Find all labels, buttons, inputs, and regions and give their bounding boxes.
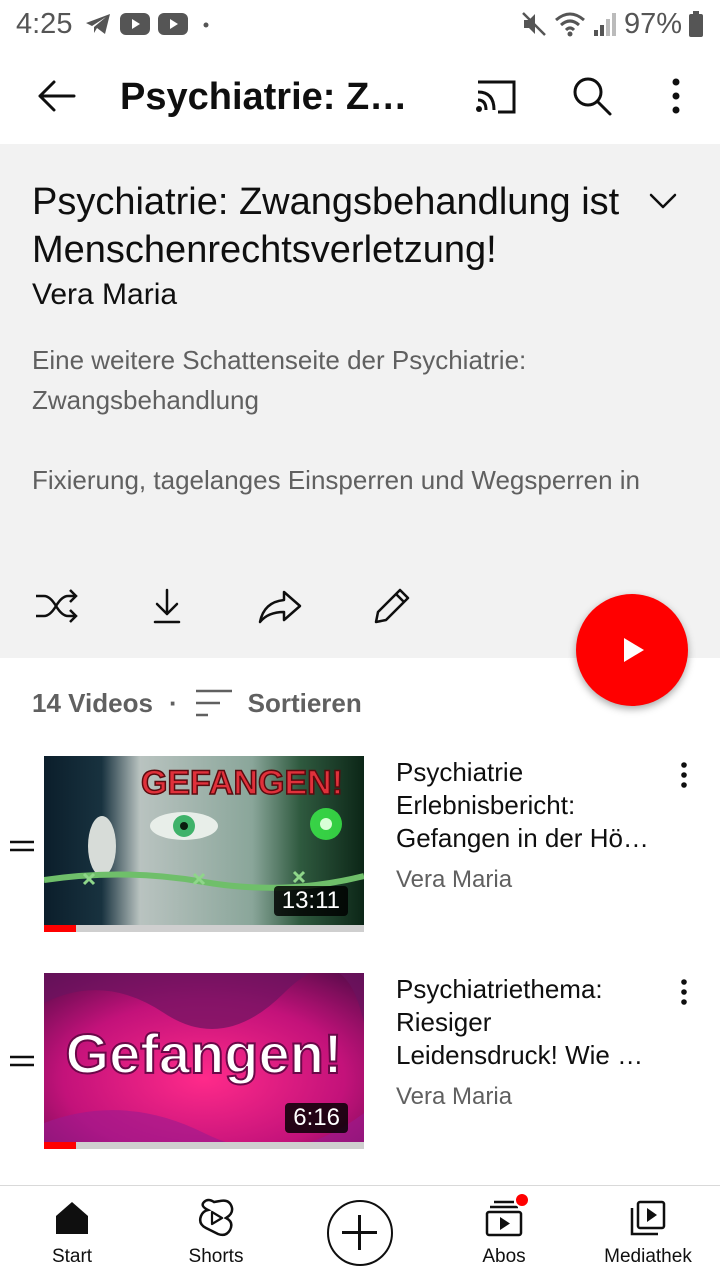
nav-label: Start bbox=[51, 1246, 93, 1267]
drag-handle-icon[interactable] bbox=[8, 1051, 36, 1071]
video-duration: 6:16 bbox=[285, 1103, 348, 1133]
video-duration: 13:11 bbox=[273, 886, 348, 916]
app-bar: Psychiatrie: Zwangsbehandlung ist Mensch… bbox=[0, 48, 720, 144]
watch-progress-fill bbox=[44, 925, 76, 932]
nav-label: Shorts bbox=[188, 1246, 244, 1267]
description-line: Fixierung, tagelanges Einsperren und Weg… bbox=[32, 465, 640, 495]
thumbnail-text: Gefangen! bbox=[66, 1022, 343, 1085]
mute-icon bbox=[522, 12, 546, 36]
create-button[interactable] bbox=[327, 1200, 393, 1266]
list-item[interactable]: Gefangen! 6:16 Psychiatriethema: Riesige… bbox=[0, 973, 720, 1173]
search-icon[interactable] bbox=[570, 74, 614, 118]
more-vert-icon[interactable] bbox=[672, 760, 696, 790]
playlist-title: Psychiatrie: Zwangsbehandlung ist Mensch… bbox=[32, 181, 620, 271]
nav-item-abos[interactable]: Abos bbox=[432, 1186, 576, 1280]
battery-icon bbox=[689, 11, 703, 37]
video-thumbnail[interactable]: GEFANGEN! 13:11 bbox=[44, 756, 364, 932]
play-all-button[interactable] bbox=[576, 594, 688, 706]
playlist-description[interactable]: Eine weitere Schattenseite der Psychiatr… bbox=[32, 340, 682, 540]
shuffle-icon[interactable] bbox=[32, 582, 80, 630]
list-meta-row: 14 Videos · Sortieren bbox=[32, 680, 362, 726]
thumbnail-text: GEFANGEN! bbox=[141, 764, 343, 802]
nav-item-start[interactable]: Start bbox=[0, 1186, 144, 1280]
chevron-down-icon[interactable] bbox=[646, 184, 680, 218]
telegram-icon bbox=[86, 14, 111, 34]
shorts-icon bbox=[198, 1198, 234, 1237]
list-item[interactable]: GEFANGEN! 13:11 Psychiatrie Erlebnisberi… bbox=[0, 756, 720, 956]
meta-separator: · bbox=[168, 687, 178, 718]
download-icon[interactable] bbox=[143, 582, 191, 630]
description-line: Eine weitere Schattenseite der Psychiatr… bbox=[32, 345, 527, 415]
create-icon bbox=[342, 1215, 377, 1250]
dot-icon bbox=[203, 22, 209, 28]
nav-item-mediathek[interactable]: Mediathek bbox=[576, 1186, 720, 1280]
nav-label: Abos bbox=[482, 1246, 526, 1267]
watch-progress-bar bbox=[44, 1142, 364, 1149]
share-icon[interactable] bbox=[256, 582, 304, 630]
status-time: 4:25 bbox=[16, 7, 73, 40]
video-thumbnail[interactable]: Gefangen! 6:16 bbox=[44, 973, 364, 1149]
home-icon bbox=[56, 1202, 88, 1234]
watch-progress-bar bbox=[44, 925, 364, 932]
video-title[interactable]: Psychiatrie Erlebnisbericht: Gefangen in… bbox=[396, 756, 658, 855]
more-vert-icon[interactable] bbox=[662, 74, 690, 118]
youtube-icon bbox=[158, 13, 189, 35]
wifi-icon bbox=[554, 12, 585, 37]
battery-percent: 97% bbox=[623, 7, 682, 40]
app-bar-title: Psychiatrie: Zwangsbehandlung ist Mensch… bbox=[120, 76, 430, 118]
video-channel: Vera Maria bbox=[396, 866, 513, 893]
notification-badge bbox=[514, 1192, 530, 1208]
youtube-icon bbox=[120, 13, 151, 35]
nav-item-shorts[interactable]: Shorts bbox=[144, 1186, 288, 1280]
video-count: 14 Videos bbox=[32, 687, 153, 718]
status-system-icons: 97% bbox=[520, 8, 704, 41]
playlist-header: Psychiatrie: Zwangsbehandlung ist Mensch… bbox=[0, 144, 720, 658]
subscriptions-icon-wrap bbox=[484, 1192, 530, 1238]
sort-button[interactable]: Sortieren bbox=[248, 688, 362, 719]
edit-icon[interactable] bbox=[368, 582, 416, 630]
status-bar: 4:25 97% bbox=[0, 0, 720, 48]
play-icon bbox=[624, 638, 644, 662]
status-notification-icons bbox=[84, 12, 216, 36]
signal-icon bbox=[593, 13, 616, 36]
library-icon bbox=[630, 1200, 666, 1236]
playlist-owner[interactable]: Vera Maria bbox=[32, 278, 177, 312]
back-arrow-icon[interactable] bbox=[34, 74, 78, 118]
video-channel: Vera Maria bbox=[396, 1083, 513, 1110]
nav-label: Mediathek bbox=[604, 1246, 692, 1267]
cast-icon[interactable] bbox=[472, 76, 520, 116]
watch-progress-fill bbox=[44, 1142, 76, 1149]
bottom-navigation: Start Shorts Abos Mediathek bbox=[0, 1185, 720, 1280]
video-title[interactable]: Psychiatriethema: Riesiger Leidensdruck!… bbox=[396, 973, 658, 1072]
sort-icon[interactable] bbox=[194, 687, 234, 719]
more-vert-icon[interactable] bbox=[672, 977, 696, 1007]
drag-handle-icon[interactable] bbox=[8, 836, 36, 856]
